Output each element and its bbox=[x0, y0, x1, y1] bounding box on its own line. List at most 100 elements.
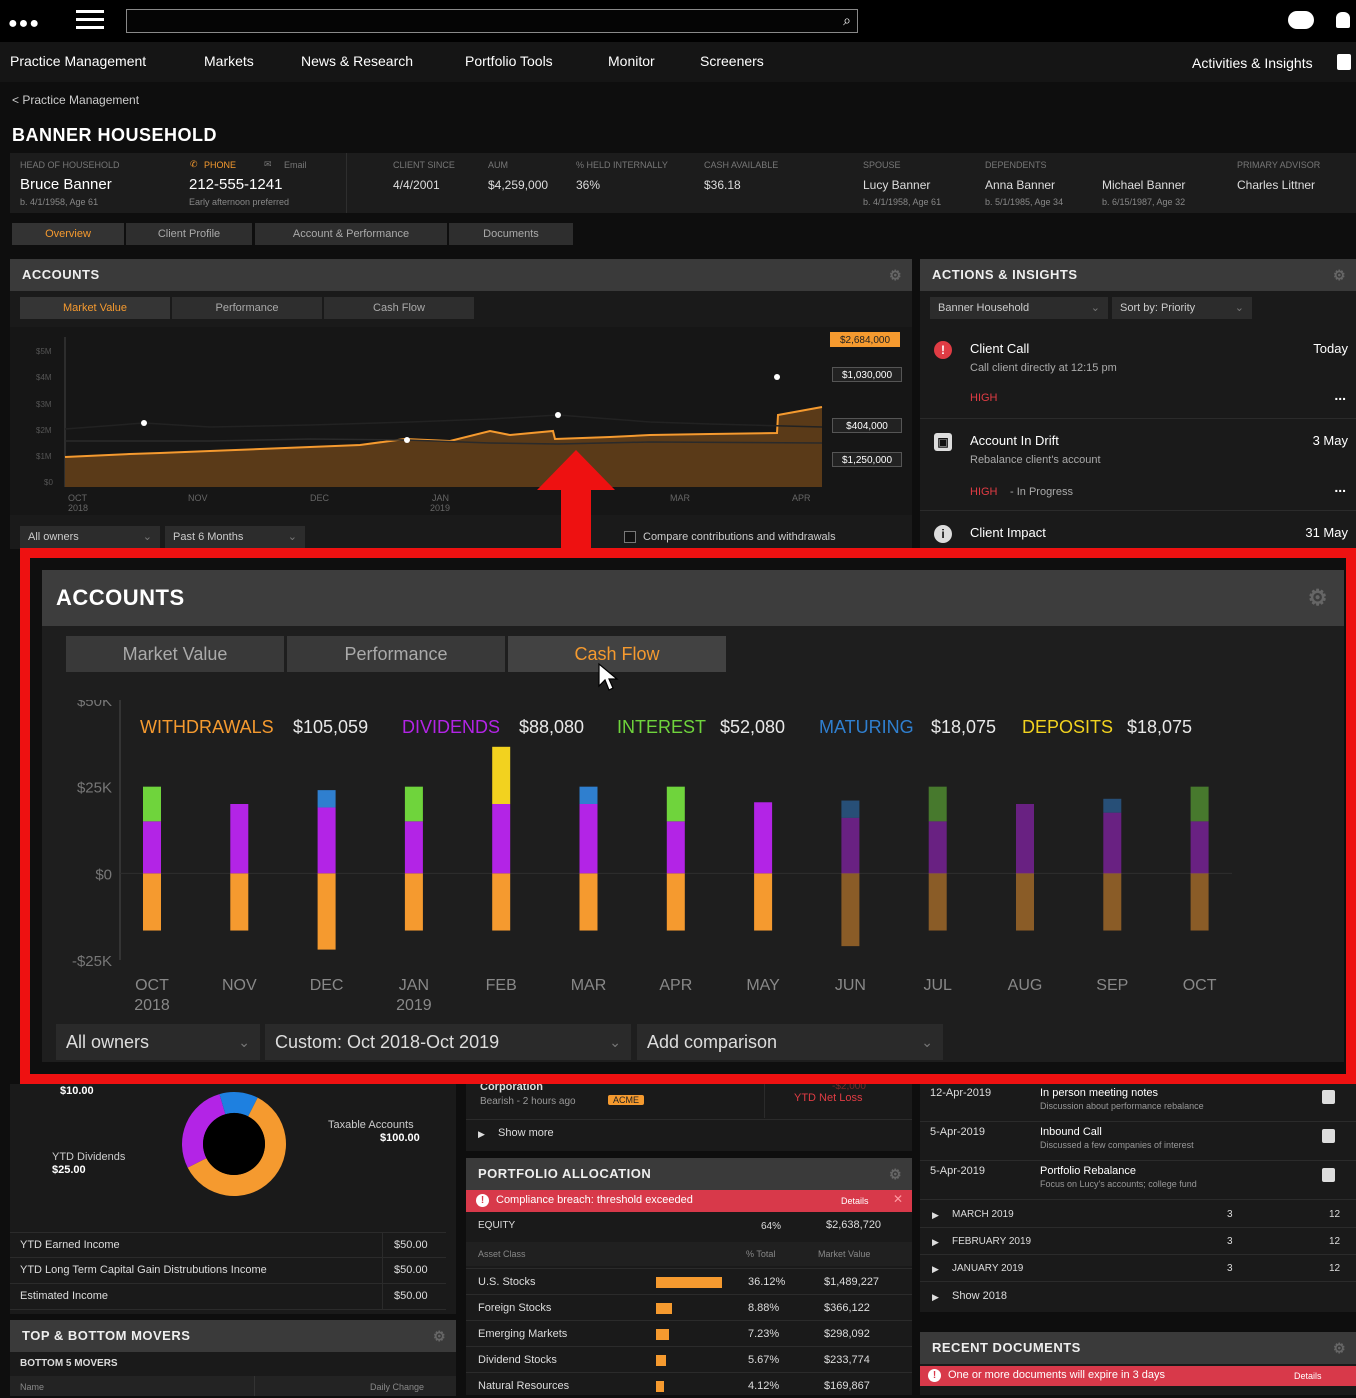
subtab-performance[interactable]: Performance bbox=[172, 297, 322, 319]
allocation-row[interactable]: Foreign Stocks 8.88% $366,122 bbox=[466, 1294, 912, 1320]
bar-withdrawals-10[interactable] bbox=[1016, 873, 1034, 931]
bar-withdrawals-1[interactable] bbox=[230, 873, 249, 931]
bar-maturing-5[interactable] bbox=[579, 786, 598, 804]
bar-withdrawals-6[interactable] bbox=[666, 873, 685, 931]
col-asset-class[interactable]: Asset Class bbox=[478, 1249, 526, 1259]
close-icon[interactable]: ✕ bbox=[893, 1192, 903, 1206]
col-pct-total[interactable]: % Total bbox=[746, 1249, 775, 1259]
sort-select[interactable]: Sort by: Priority ⌄ bbox=[1112, 297, 1252, 319]
bar-withdrawals-5[interactable] bbox=[579, 873, 598, 931]
show-more-link[interactable]: Show more bbox=[498, 1127, 554, 1139]
search-icon[interactable]: ⌕ bbox=[843, 12, 851, 29]
household-filter-select[interactable]: Banner Household ⌄ bbox=[930, 297, 1108, 319]
bar-dividends-10[interactable] bbox=[1016, 804, 1034, 874]
action-item[interactable]: ▣ Account In Drift Rebalance client's ac… bbox=[920, 421, 1356, 511]
bar-dividends-3[interactable] bbox=[404, 821, 423, 874]
note-row[interactable]: 5-Apr-2019 Inbound Call Discussed a few co… bbox=[920, 1123, 1356, 1161]
col-name[interactable]: Name bbox=[20, 1382, 44, 1392]
tab-client-profile[interactable]: Client Profile bbox=[126, 223, 252, 245]
gear-icon[interactable]: ⚙ bbox=[1308, 570, 1328, 626]
bar-dividends-12[interactable] bbox=[1190, 821, 1209, 874]
chat-icon[interactable] bbox=[1288, 11, 1314, 29]
allocation-row[interactable]: Dividend Stocks 5.67% $233,774 bbox=[466, 1346, 912, 1372]
bar-interest-6[interactable] bbox=[666, 786, 685, 822]
col-market-value[interactable]: Market Value bbox=[818, 1249, 870, 1259]
chart-marker[interactable] bbox=[555, 412, 561, 418]
head-of-household-name[interactable]: Bruce Banner bbox=[20, 176, 112, 193]
bar-dividends-9[interactable] bbox=[928, 821, 947, 874]
allocation-row[interactable]: Emerging Markets 7.23% $298,092 bbox=[466, 1320, 912, 1346]
month-row[interactable]: ▶ MARCH 2019 3 12 bbox=[920, 1202, 1356, 1228]
subtab-performance[interactable]: Performance bbox=[287, 636, 505, 672]
month-row[interactable]: ▶ FEBRUARY 2019 3 12 bbox=[920, 1229, 1356, 1255]
bar-withdrawals-0[interactable] bbox=[143, 873, 161, 931]
more-options-icon[interactable]: ... bbox=[1334, 479, 1346, 495]
allocation-row[interactable]: Natural Resources 4.12% $169,867 bbox=[466, 1372, 912, 1398]
show-2018-link[interactable]: Show 2018 bbox=[952, 1290, 1007, 1302]
ticker-badge[interactable]: ACME bbox=[608, 1095, 645, 1105]
nav-screeners[interactable]: Screeners bbox=[700, 53, 764, 69]
nav-markets[interactable]: Markets bbox=[204, 53, 254, 69]
compare-checkbox[interactable] bbox=[624, 531, 636, 543]
hamburger-menu-icon[interactable] bbox=[76, 10, 104, 30]
breadcrumb[interactable]: < Practice Management bbox=[12, 93, 139, 107]
phone-number[interactable]: 212-555-1241 bbox=[189, 176, 282, 193]
bar-withdrawals-7[interactable] bbox=[754, 873, 773, 931]
bar-withdrawals-11[interactable] bbox=[1103, 873, 1122, 931]
nav-monitor[interactable]: Monitor bbox=[608, 53, 655, 69]
bar-dividends-0[interactable] bbox=[143, 821, 161, 874]
allocation-row[interactable]: U.S. Stocks 36.12% $1,489,227 bbox=[466, 1268, 912, 1294]
details-link[interactable]: Details bbox=[841, 1196, 869, 1206]
bar-withdrawals-12[interactable] bbox=[1190, 873, 1209, 931]
bar-withdrawals-3[interactable] bbox=[404, 873, 423, 931]
spouse-name[interactable]: Lucy Banner bbox=[863, 178, 930, 192]
add-comparison-select[interactable]: Add comparison ⌄ bbox=[637, 1024, 943, 1060]
details-link[interactable]: Details bbox=[1294, 1371, 1322, 1381]
tab-overview[interactable]: Overview bbox=[12, 223, 124, 245]
news-item[interactable]: Corporation Bearish - 2 hours ago ACME -… bbox=[466, 1081, 912, 1119]
gear-icon[interactable]: ⚙ bbox=[1333, 1332, 1346, 1364]
action-item[interactable]: ! Client Call Call client directly at 12… bbox=[920, 329, 1356, 419]
gear-icon[interactable]: ⚙ bbox=[889, 259, 902, 291]
bar-withdrawals-4[interactable] bbox=[492, 873, 511, 931]
search-input[interactable]: ⌕ bbox=[126, 9, 858, 33]
nav-news-research[interactable]: News & Research bbox=[301, 53, 413, 69]
clipboard-icon[interactable] bbox=[1337, 54, 1351, 70]
bar-dividends-8[interactable] bbox=[841, 817, 860, 874]
bar-maturing-11[interactable] bbox=[1103, 798, 1122, 813]
note-icon[interactable] bbox=[1322, 1090, 1335, 1104]
bar-withdrawals-8[interactable] bbox=[841, 873, 860, 947]
bar-deposits-4[interactable] bbox=[492, 746, 511, 804]
gear-icon[interactable]: ⚙ bbox=[889, 1158, 902, 1190]
bar-interest-0[interactable] bbox=[143, 786, 161, 822]
subtab-cash-flow[interactable]: Cash Flow bbox=[324, 297, 474, 319]
bar-dividends-2[interactable] bbox=[317, 807, 336, 874]
primary-advisor-name[interactable]: Charles Littner bbox=[1237, 178, 1315, 192]
nav-portfolio-tools[interactable]: Portfolio Tools bbox=[465, 53, 553, 69]
col-daily-change[interactable]: Daily Change bbox=[370, 1382, 424, 1392]
gear-icon[interactable]: ⚙ bbox=[433, 1320, 446, 1352]
bar-dividends-7[interactable] bbox=[754, 802, 773, 874]
note-icon[interactable] bbox=[1322, 1129, 1335, 1143]
notification-bell-icon[interactable] bbox=[1336, 12, 1350, 28]
chart-marker[interactable] bbox=[774, 374, 780, 380]
app-menu-dots-icon[interactable]: ●●● bbox=[8, 15, 40, 33]
bar-maturing-8[interactable] bbox=[841, 800, 860, 818]
date-range-select[interactable]: Custom: Oct 2018-Oct 2019 ⌄ bbox=[265, 1024, 631, 1060]
show-2018-row[interactable]: ▶ Show 2018 bbox=[920, 1284, 1356, 1310]
bar-dividends-4[interactable] bbox=[492, 804, 511, 874]
bar-maturing-2[interactable] bbox=[317, 790, 336, 808]
bar-dividends-1[interactable] bbox=[230, 804, 249, 874]
show-more-row[interactable]: ▶ Show more bbox=[466, 1119, 912, 1151]
bar-dividends-11[interactable] bbox=[1103, 812, 1122, 874]
dependent-michael[interactable]: Michael Banner bbox=[1102, 178, 1185, 192]
bar-dividends-5[interactable] bbox=[579, 804, 598, 874]
nav-activities-insights[interactable]: Activities & Insights bbox=[1192, 55, 1313, 71]
dependent-anna[interactable]: Anna Banner bbox=[985, 178, 1055, 192]
email-label[interactable]: Email bbox=[284, 160, 307, 170]
tab-documents[interactable]: Documents bbox=[449, 223, 573, 245]
bar-interest-9[interactable] bbox=[928, 786, 947, 822]
gear-icon[interactable]: ⚙ bbox=[1333, 259, 1346, 291]
tab-account-performance[interactable]: Account & Performance bbox=[255, 223, 447, 245]
phone-label[interactable]: Phone bbox=[204, 160, 236, 170]
